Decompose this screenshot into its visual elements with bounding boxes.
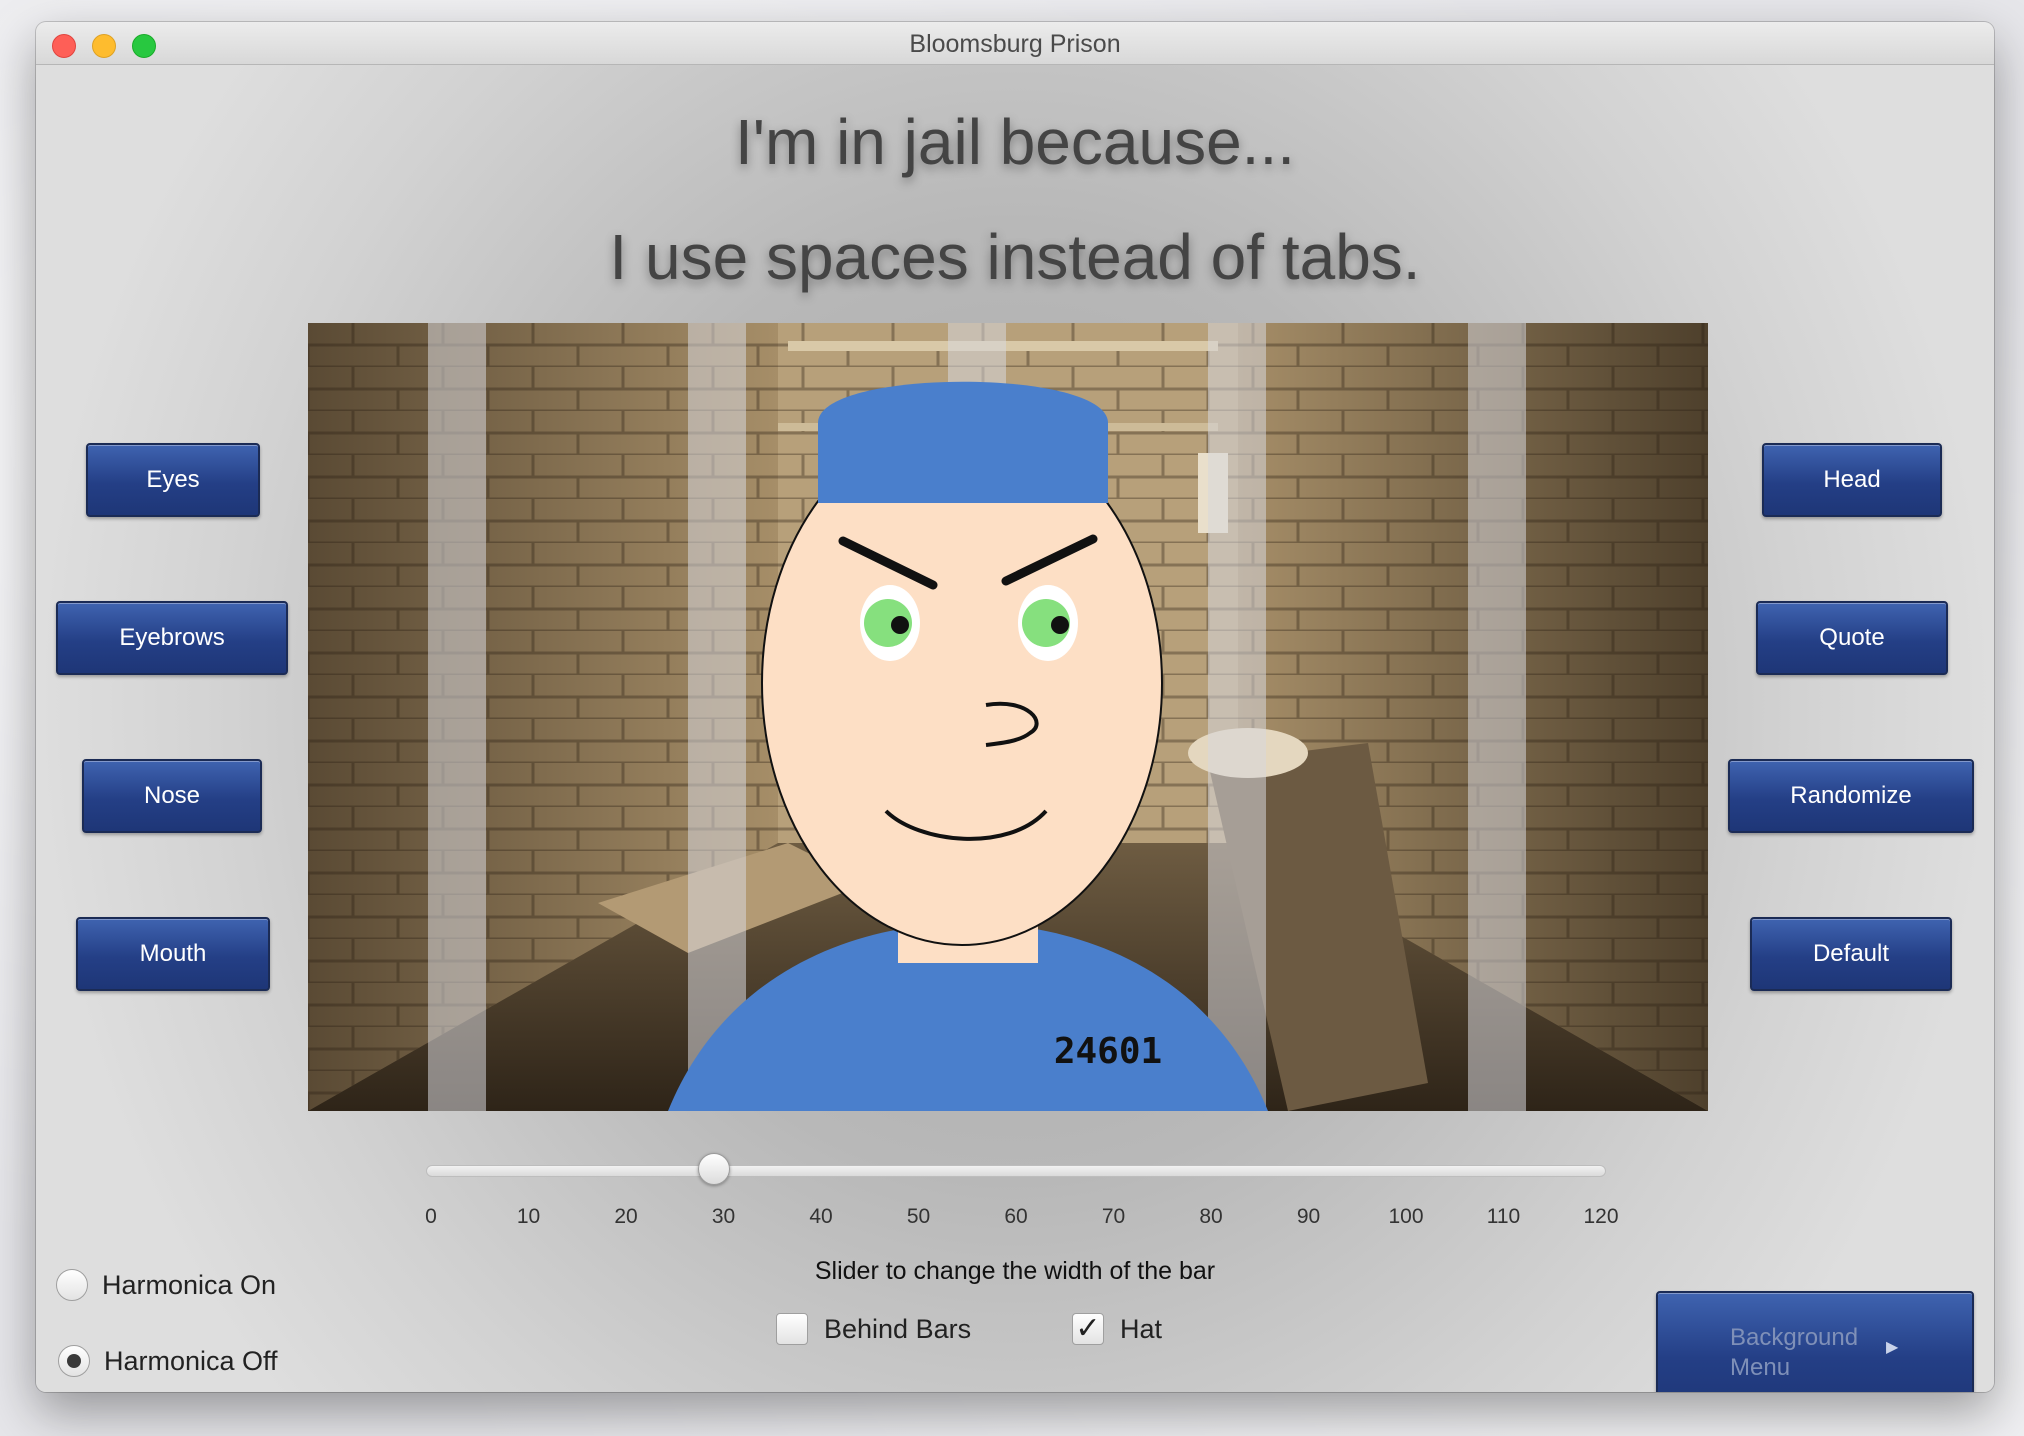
right-pupil — [1051, 616, 1069, 634]
eyebrows-button[interactable]: Eyebrows — [56, 601, 288, 675]
harmonica-off-radio[interactable] — [58, 1345, 90, 1377]
hat-checkbox[interactable]: ✓ — [1072, 1313, 1104, 1345]
bar-width-slider-track[interactable] — [426, 1165, 1606, 1177]
slider-tick-label: 110 — [1486, 1205, 1521, 1228]
slider-tick-label: 120 — [1583, 1205, 1619, 1228]
harmonica-on-label: Harmonica On — [102, 1269, 277, 1300]
title-bar[interactable]: Bloomsburg Prison — [36, 22, 1994, 65]
headline-prefix: I'm in jail because... — [734, 106, 1296, 178]
prisoner-hat — [818, 381, 1108, 503]
slider-tick-label: 10 — [516, 1205, 541, 1228]
headline-reason: I use spaces instead of tabs. — [609, 221, 1421, 293]
harmonica-on-option[interactable]: Harmonica On — [56, 1269, 276, 1301]
menu-arrow-icon: ▶ — [1886, 1339, 1899, 1356]
slider-tick-label: 90 — [1296, 1205, 1321, 1228]
app-window: Bloomsburg Prison I'm in jail because...… — [36, 22, 1994, 1392]
behind-bars-checkbox[interactable] — [776, 1313, 808, 1345]
prison-cell-image: 24601 — [308, 323, 1708, 1111]
slider-tick-label: 70 — [1101, 1205, 1126, 1228]
bar — [688, 323, 746, 1111]
bar — [1468, 323, 1526, 1111]
bar — [428, 323, 486, 1111]
slider-tick-label: 20 — [614, 1205, 638, 1228]
slider-tick-label: 80 — [1199, 1205, 1223, 1228]
prisoner-scene: 24601 — [308, 323, 1708, 1111]
background-menu-button[interactable]: Background Menu ▶ — [1656, 1291, 1974, 1392]
main-content: I'm in jail because... I use spaces inst… — [36, 65, 1994, 1392]
slider-tick-label: 0 — [425, 1205, 437, 1228]
harmonica-off-option[interactable]: Harmonica Off — [58, 1345, 278, 1377]
slider-caption: Slider to change the width of the bar — [814, 1257, 1216, 1285]
quote-button[interactable]: Quote — [1756, 601, 1948, 675]
head-button[interactable]: Head — [1762, 443, 1942, 517]
slider-tick-label: 100 — [1388, 1205, 1424, 1228]
window-title: Bloomsburg Prison — [909, 30, 1121, 58]
hat-option[interactable]: ✓ Hat — [1072, 1313, 1162, 1345]
eyes-button[interactable]: Eyes — [86, 443, 260, 517]
slider-tick-label: 40 — [809, 1205, 833, 1228]
slider-tick-label: 60 — [1004, 1205, 1028, 1228]
harmonica-off-label: Harmonica Off — [104, 1345, 278, 1376]
hat-label: Hat — [1120, 1313, 1163, 1344]
bar-width-slider-thumb[interactable] — [697, 1153, 730, 1185]
behind-bars-label: Behind Bars — [824, 1313, 972, 1344]
background-menu-label: Background Menu — [1730, 1324, 1859, 1381]
harmonica-on-radio[interactable] — [56, 1269, 88, 1301]
mouth-button[interactable]: Mouth — [76, 917, 270, 991]
default-button[interactable]: Default — [1750, 917, 1952, 991]
nose-button[interactable]: Nose — [82, 759, 262, 833]
bar — [1208, 323, 1266, 1111]
slider-tick-label: 30 — [711, 1205, 736, 1228]
randomize-button[interactable]: Randomize — [1728, 759, 1974, 833]
prisoner-number: 24601 — [1054, 1031, 1162, 1072]
left-pupil — [891, 616, 909, 634]
behind-bars-option[interactable]: Behind Bars — [776, 1313, 971, 1345]
slider-tick-label: 50 — [906, 1205, 931, 1228]
